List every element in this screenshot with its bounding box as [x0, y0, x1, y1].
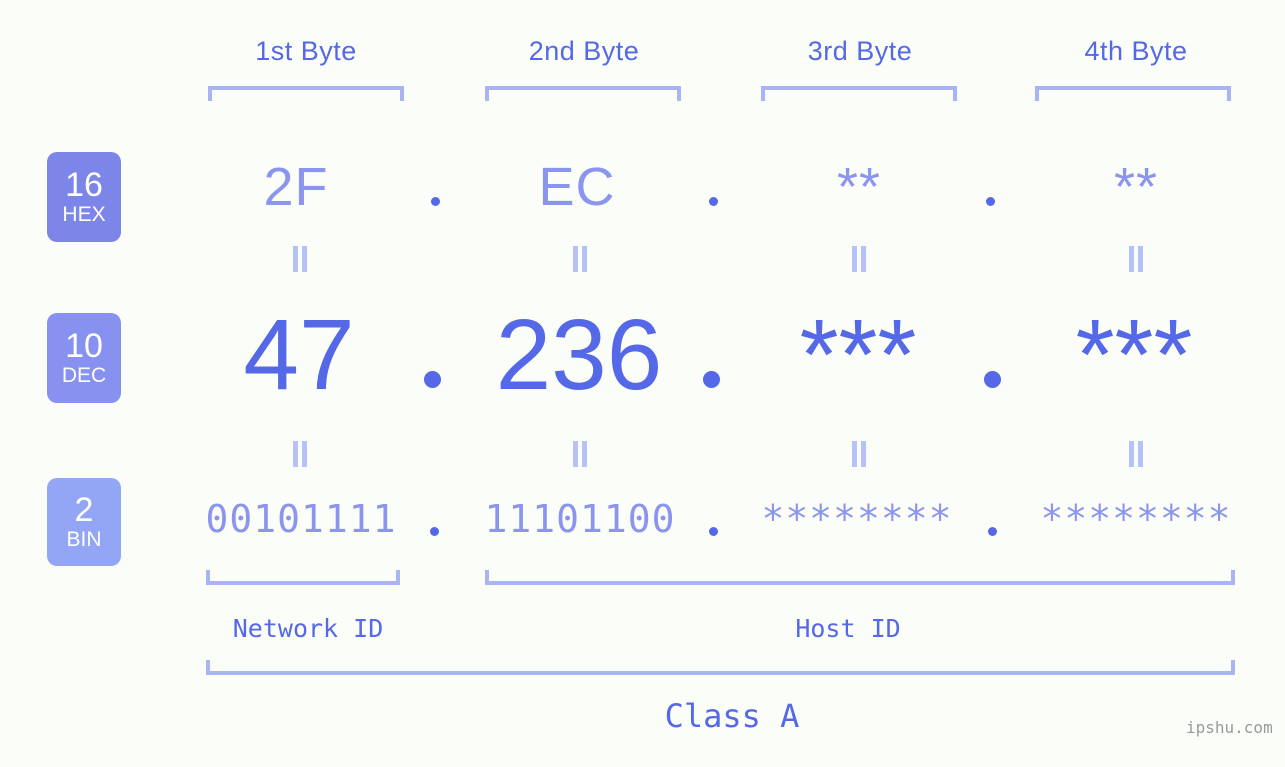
- equals-mark-dec-bin-2: [572, 441, 588, 467]
- class-bracket: [206, 660, 1235, 675]
- dec-dot-separator-3: [984, 371, 1001, 388]
- byte-bracket-3: [761, 86, 957, 101]
- byte-bracket-2: [485, 86, 681, 101]
- byte-header-1: 1st Byte: [255, 36, 357, 66]
- hex-value-byte-4: **: [1113, 157, 1159, 217]
- bin-value-byte-4: ********: [1040, 497, 1232, 541]
- equals-mark-hex-dec-2: [572, 246, 588, 272]
- equals-mark-dec-bin-3: [851, 441, 867, 467]
- hex-dot-separator-1: [431, 197, 440, 206]
- host-id-bracket: [485, 570, 1235, 585]
- equals-mark-hex-dec-1: [292, 246, 308, 272]
- equals-mark-dec-bin-4: [1128, 441, 1144, 467]
- base-badge-dec-name: DEC: [61, 363, 107, 387]
- bin-value-byte-3: ********: [761, 497, 953, 541]
- hex-dot-separator-2: [709, 197, 718, 206]
- hex-dot-separator-3: [986, 197, 995, 206]
- bin-dot-separator-3: [988, 527, 997, 536]
- base-badge-hex-name: HEX: [62, 202, 106, 226]
- dec-value-byte-3: ***: [799, 299, 917, 411]
- byte-header-4: 4th Byte: [1084, 36, 1188, 66]
- ip-address-breakdown-diagram: 1st Byte 2nd Byte 3rd Byte 4th Byte 16 H…: [0, 0, 1285, 767]
- hex-value-byte-3: **: [836, 157, 882, 217]
- network-id-bracket: [206, 570, 400, 585]
- byte-header-3: 3rd Byte: [807, 36, 913, 66]
- class-label: Class A: [664, 697, 800, 735]
- base-badge-dec: 10 DEC: [47, 313, 121, 403]
- bin-value-byte-1: 00101111: [205, 497, 397, 541]
- base-badge-hex: 16 HEX: [47, 152, 121, 242]
- base-badge-bin-name: BIN: [66, 527, 102, 551]
- byte-bracket-4: [1035, 86, 1231, 101]
- dec-value-byte-4: ***: [1075, 299, 1193, 411]
- base-badge-bin-number: 2: [74, 491, 94, 530]
- dec-dot-separator-1: [424, 371, 441, 388]
- dec-value-byte-2: 236: [495, 299, 663, 411]
- base-badge-dec-number: 10: [65, 327, 103, 366]
- hex-value-byte-2: EC: [538, 157, 616, 217]
- equals-mark-hex-dec-3: [851, 246, 867, 272]
- equals-mark-dec-bin-1: [292, 441, 308, 467]
- base-badge-bin: 2 BIN: [47, 478, 121, 566]
- byte-bracket-1: [208, 86, 404, 101]
- bin-dot-separator-1: [430, 527, 439, 536]
- host-id-label: Host ID: [795, 614, 901, 643]
- network-id-label: Network ID: [232, 614, 384, 643]
- byte-header-2: 2nd Byte: [528, 36, 640, 66]
- equals-mark-hex-dec-4: [1128, 246, 1144, 272]
- dec-dot-separator-2: [703, 371, 720, 388]
- base-badge-hex-number: 16: [65, 166, 103, 205]
- site-watermark: ipshu.com: [1186, 718, 1273, 737]
- bin-dot-separator-2: [709, 527, 718, 536]
- bin-value-byte-2: 11101100: [484, 497, 676, 541]
- dec-value-byte-1: 47: [243, 299, 355, 411]
- hex-value-byte-1: 2F: [263, 157, 329, 217]
